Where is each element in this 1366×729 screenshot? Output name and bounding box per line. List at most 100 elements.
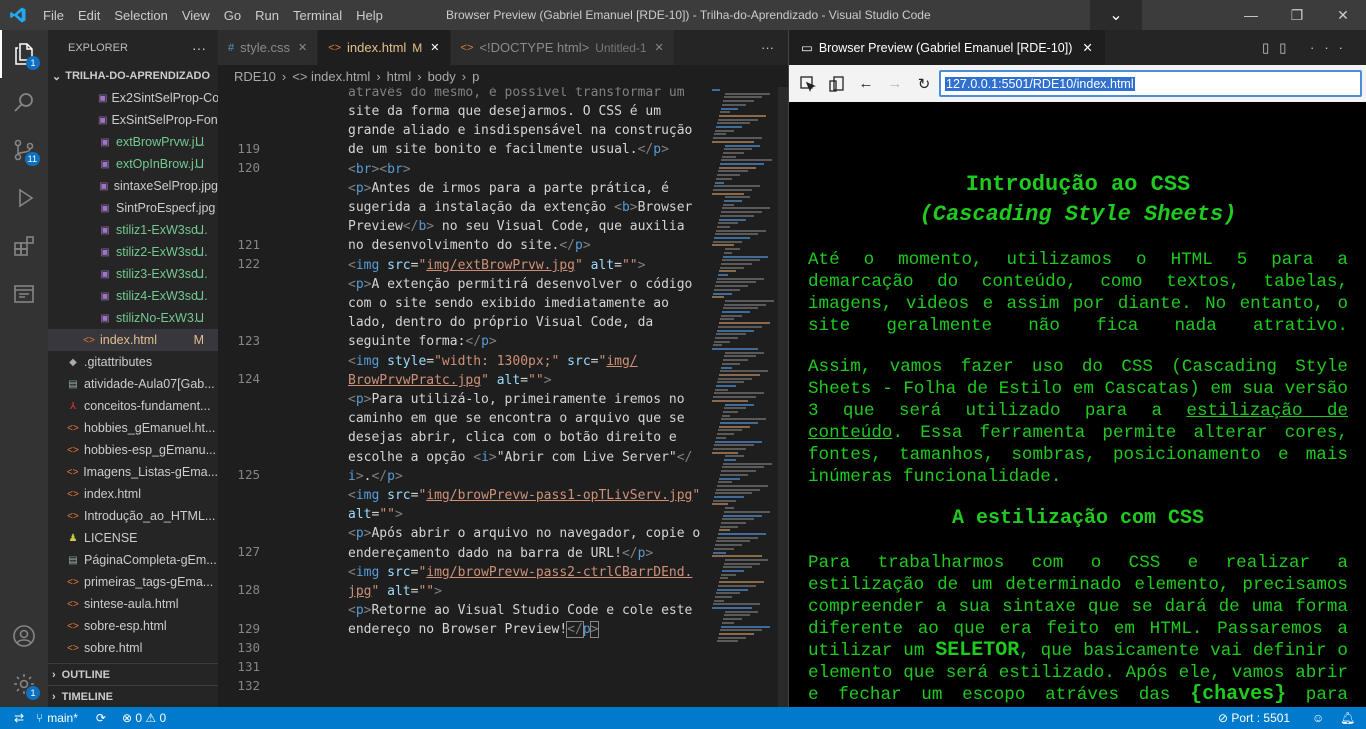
file-tree-item[interactable]: <> index.html M — [48, 329, 218, 351]
chevron-down-icon[interactable]: ⌄ — [1090, 0, 1142, 30]
menu-item[interactable]: View — [175, 8, 217, 23]
breadcrumb-item[interactable]: body — [428, 69, 456, 84]
menu-item[interactable]: Terminal — [286, 8, 349, 23]
close-tab-icon[interactable]: ✕ — [1082, 40, 1092, 55]
menu-item[interactable]: Help — [349, 8, 390, 23]
inspect-icon[interactable] — [795, 71, 821, 97]
back-arrow-icon[interactable]: ← — [853, 71, 879, 97]
file-tree-item[interactable]: ▣ stilizNo-ExW3... U — [48, 307, 218, 329]
menu-item[interactable]: Run — [248, 8, 286, 23]
file-tree-item[interactable]: <> primeiras_tags-gEma... — [48, 571, 218, 593]
git-branch[interactable]: main* — [47, 711, 78, 725]
minimize-icon[interactable]: — — [1228, 0, 1274, 30]
close-tab-icon[interactable]: ✕ — [430, 41, 439, 54]
file-tree-item[interactable]: <> Imagens_Listas-gEma... — [48, 461, 218, 483]
file-tree-item[interactable]: ▣ sintaxeSelProp.jpg — [48, 175, 218, 197]
browser-preview-icon[interactable] — [0, 270, 48, 318]
file-tree-item[interactable]: <> sobre-esp.html — [48, 615, 218, 637]
url-bar[interactable]: 127.0.0.1:5501/RDE10/index.html — [939, 70, 1362, 97]
file-tree-item[interactable]: ♟ LICENSE — [48, 527, 218, 549]
settings-gear-icon[interactable]: 1 — [0, 660, 48, 708]
menu-item[interactable]: Edit — [71, 8, 107, 23]
editor-tab-label: index.html — [347, 40, 407, 55]
file-tree-item[interactable]: ▣ stiliz2-ExW3sc... U — [48, 241, 218, 263]
tab-more-button[interactable]: ··· — [747, 30, 788, 65]
explorer-icon[interactable]: 1 — [0, 30, 48, 78]
file-tree-item[interactable]: ▣ stiliz4-ExW3sc... U — [48, 285, 218, 307]
close-tab-icon[interactable]: ✕ — [298, 41, 307, 54]
reload-icon[interactable]: ↻ — [911, 71, 937, 97]
file-tree-item[interactable]: <> sobre.html — [48, 637, 218, 659]
code-content[interactable]: atravês do mesmo, é possível transformar… — [348, 87, 708, 707]
file-tree-item[interactable]: ▣ExSintSelProp-Font... — [48, 109, 218, 131]
paragraph-1-text: Até o momento, utilizamos o HTML 5 para … — [808, 250, 1348, 336]
minimap-line — [724, 148, 752, 151]
file-tree-item[interactable]: ▣ stiliz1-ExW3sc... U — [48, 219, 218, 241]
breadcrumb-item[interactable]: RDE10 — [234, 69, 276, 84]
breadcrumb-item[interactable]: html — [387, 69, 412, 84]
remote-icon[interactable]: ⇄ — [14, 711, 28, 725]
editor-tab[interactable]: <> index.html M ✕ — [318, 30, 451, 65]
file-tree-item[interactable]: ▣ extOpInBrow.j... U — [48, 153, 218, 175]
problems-indicator[interactable]: ⊗ 0 ⚠ 0 — [122, 711, 166, 725]
account-icon[interactable] — [0, 612, 48, 660]
restore-icon[interactable]: ❐ — [1274, 0, 1320, 30]
timeline-section[interactable]: › TIMELINE — [48, 685, 218, 707]
vscode-logo-icon — [0, 0, 36, 30]
breadcrumb-separator: › — [461, 68, 467, 84]
minimap-line — [712, 503, 728, 506]
lic-file-icon: ♟ — [68, 532, 78, 544]
file-tree-item[interactable]: ⅄ conceitos-fundament... — [48, 395, 218, 417]
minimap-line — [719, 166, 756, 169]
screencast-icon[interactable] — [824, 71, 850, 97]
close-window-icon[interactable]: ✕ — [1320, 0, 1366, 30]
live-server-port[interactable]: ⊘ Port : 5501 — [1218, 711, 1290, 725]
file-tree-item[interactable]: <> Introdução_ao_HTML... — [48, 505, 218, 527]
file-tree-item[interactable]: ◆ .gitattributes — [48, 351, 218, 373]
file-name: hobbies_gEmanuel.ht... — [84, 421, 216, 435]
notifications-bell-icon[interactable]: 🔔︎ — [1340, 711, 1355, 725]
file-tree-item[interactable]: ▣ stiliz3-ExW3sc... U — [48, 263, 218, 285]
minimap-line — [725, 610, 758, 613]
minimap[interactable] — [712, 87, 776, 707]
editor-tab[interactable]: <> <!DOCTYPE html> Untitled-1 ✕ — [450, 30, 675, 65]
minimap-line — [717, 381, 744, 384]
file-tree-item[interactable]: <> hobbies_gEmanuel.ht... — [48, 417, 218, 439]
preview-tab[interactable]: ▭ Browser Preview (Gabriel Emanuel [RDE-… — [789, 30, 1105, 65]
minimap-line — [719, 477, 740, 480]
menu-item[interactable]: Go — [217, 8, 248, 23]
file-tree-item[interactable]: <> index.html — [48, 483, 218, 505]
menu-item[interactable]: Selection — [107, 8, 174, 23]
file-tree-item[interactable]: ▣ extBrowPrvw.j... U — [48, 131, 218, 153]
split-editor-icon[interactable]: ▯▯ ··· — [1262, 40, 1353, 56]
feedback-icon[interactable]: ☺ — [1312, 711, 1324, 725]
file-tree-item[interactable]: ▣ SintProEspecf.jpg — [48, 197, 218, 219]
file-tree-item[interactable]: ▣Ex2SintSelProp-Col... — [48, 87, 218, 109]
minimap-line — [716, 436, 726, 439]
search-icon[interactable] — [0, 78, 48, 126]
minimap-line — [712, 555, 762, 558]
file-tree-item[interactable]: ▤ atividade-Aula07[Gab... — [48, 373, 218, 395]
activity-bar: 1 11 1 — [0, 30, 48, 707]
source-control-icon[interactable]: 11 — [0, 126, 48, 174]
file-tree-item[interactable]: ▤ PáginaCompleta-gEm... — [48, 549, 218, 571]
run-debug-icon[interactable] — [0, 174, 48, 222]
breadcrumb-item[interactable]: p — [472, 69, 479, 84]
img-file-icon: ▣ — [100, 158, 110, 170]
sync-icon[interactable]: ⟳ — [96, 711, 106, 725]
editor-tab[interactable]: # style.css ✕ — [218, 30, 319, 65]
breadcrumb-item[interactable]: <> index.html — [292, 69, 370, 84]
menu-item[interactable]: File — [36, 8, 71, 23]
file-tree-item[interactable]: <> hobbies-esp_gEmanu... — [48, 439, 218, 461]
minimap-line — [723, 462, 772, 465]
editor-scrollbar[interactable] — [778, 87, 788, 707]
extensions-icon[interactable] — [0, 222, 48, 270]
minimap-line — [718, 481, 732, 484]
explorer-more-button[interactable]: ··· — [192, 40, 206, 56]
img-file-icon: ▣ — [100, 268, 110, 280]
forward-arrow-icon[interactable]: → — [882, 71, 908, 97]
file-tree-item[interactable]: <> sintese-aula.html — [48, 593, 218, 615]
outline-section[interactable]: › OUTLINE — [48, 663, 218, 685]
close-tab-icon[interactable]: ✕ — [655, 41, 664, 54]
workspace-root[interactable]: ⌄ TRILHA-DO-APRENDIZADO — [48, 65, 218, 87]
